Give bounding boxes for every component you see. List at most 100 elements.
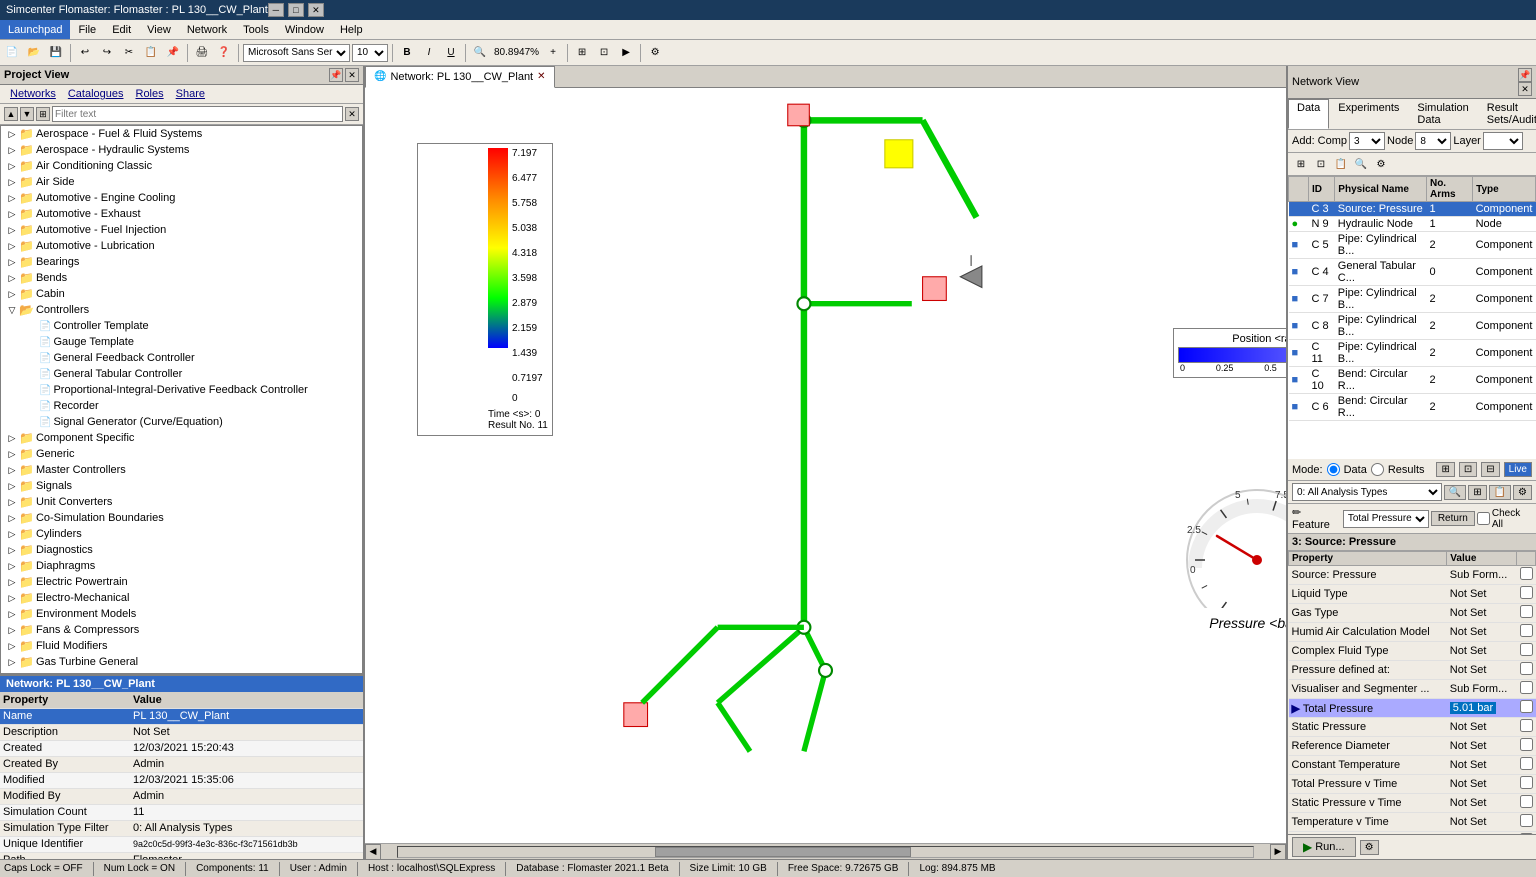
- analysis-btn-2[interactable]: ⊞: [1468, 485, 1486, 500]
- tab-roles[interactable]: Roles: [130, 87, 170, 101]
- nv-close-btn[interactable]: ✕: [1518, 82, 1532, 96]
- cp-check-total-p[interactable]: [1520, 700, 1533, 713]
- mode-btn-3[interactable]: ⊟: [1481, 462, 1499, 477]
- tree-air-side[interactable]: ▷ 📁 Air Side: [1, 174, 362, 190]
- filter-up-btn[interactable]: ▲: [4, 107, 18, 121]
- table-row-c5[interactable]: ■ C 5 Pipe: Cylindrical B... 2 Component: [1289, 232, 1536, 259]
- right-tab-data[interactable]: Data: [1288, 99, 1329, 129]
- cp-check-static-p[interactable]: [1520, 719, 1533, 732]
- source-pressure-component[interactable]: [788, 104, 810, 126]
- tree-general-feedback[interactable]: 📄 General Feedback Controller: [1, 350, 362, 366]
- network-table[interactable]: ID Physical Name No. Arms Type ■ C 3 Sou…: [1288, 176, 1536, 459]
- comp-box-left[interactable]: [624, 703, 648, 727]
- check-all-label[interactable]: Check All: [1477, 508, 1532, 530]
- prop-row-name[interactable]: Name PL 130__CW_Plant: [0, 708, 363, 724]
- tab-catalogues[interactable]: Catalogues: [62, 87, 130, 101]
- analysis-btn-4[interactable]: ⚙: [1513, 485, 1532, 500]
- toolbar-redo[interactable]: ↪: [97, 43, 117, 63]
- cp-check-static-p-t[interactable]: [1520, 795, 1533, 808]
- mode-btn-1[interactable]: ⊞: [1436, 462, 1454, 477]
- comp-row-total-pressure[interactable]: ▶ Total Pressure 5.01 bar: [1289, 699, 1536, 718]
- cp-check-temp-t[interactable]: [1520, 814, 1533, 827]
- tree-aerospace-fuel[interactable]: ▷ 📁 Aerospace - Fuel & Fluid Systems: [1, 126, 362, 142]
- tab-share[interactable]: Share: [170, 87, 211, 101]
- check-all-checkbox[interactable]: [1477, 512, 1490, 525]
- toolbar-print[interactable]: 🖨: [192, 43, 212, 63]
- tree-pid[interactable]: 📄 Proportional-Integral-Derivative Feedb…: [1, 382, 362, 398]
- toolbar-open[interactable]: 📂: [24, 43, 44, 63]
- h-scrollbar[interactable]: ◀ ▶: [365, 843, 1286, 859]
- nv-icon-3[interactable]: 📋: [1332, 155, 1350, 173]
- tree-air-conditioning[interactable]: ▷ 📁 Air Conditioning Classic: [1, 158, 362, 174]
- cp-check-source[interactable]: [1520, 567, 1533, 580]
- comp-row-visualiser[interactable]: Visualiser and Segmenter ... Sub Form...: [1289, 680, 1536, 699]
- prop-row-path[interactable]: Path Flomaster: [0, 852, 363, 859]
- mode-btn-2[interactable]: ⊡: [1459, 462, 1477, 477]
- prop-row-created[interactable]: Created 12/03/2021 15:20:43: [0, 740, 363, 756]
- prop-row-sim-type[interactable]: Simulation Type Filter 0: All Analysis T…: [0, 820, 363, 836]
- run-button[interactable]: ▶ Run...: [1292, 837, 1356, 857]
- prop-row-created-by[interactable]: Created By Admin: [0, 756, 363, 772]
- table-row-c7[interactable]: ■ C 7 Pipe: Cylindrical B... 2 Component: [1289, 286, 1536, 313]
- cp-check-total-p-t[interactable]: [1520, 776, 1533, 789]
- mode-data-radio[interactable]: Data: [1327, 463, 1367, 476]
- tab-networks[interactable]: Networks: [4, 87, 62, 101]
- menu-edit[interactable]: Edit: [104, 20, 139, 39]
- valve-symbol[interactable]: [960, 266, 982, 288]
- right-tab-sim-data[interactable]: Simulation Data: [1408, 99, 1477, 129]
- toolbar-save[interactable]: 💾: [46, 43, 66, 63]
- tree-general-tabular[interactable]: 📄 General Tabular Controller: [1, 366, 362, 382]
- table-row-c10[interactable]: ■ C 10 Bend: Circular R... 2 Component: [1289, 367, 1536, 394]
- toolbar-help[interactable]: ❓: [214, 43, 234, 63]
- toolbar-undo[interactable]: ↩: [75, 43, 95, 63]
- tree-automotive-engine[interactable]: ▷ 📁 Automotive - Engine Cooling: [1, 190, 362, 206]
- node-bottom-right[interactable]: [819, 664, 832, 677]
- menu-help[interactable]: Help: [332, 20, 371, 39]
- pink-comp-right[interactable]: [923, 277, 947, 301]
- tree-component-specific[interactable]: ▷ 📁 Component Specific: [1, 430, 362, 446]
- tree-automotive-fuel[interactable]: ▷ 📁 Automotive - Fuel Injection: [1, 222, 362, 238]
- prop-row-modified[interactable]: Modified 12/03/2021 15:35:06: [0, 772, 363, 788]
- close-btn[interactable]: ✕: [308, 3, 324, 17]
- toolbar-settings[interactable]: ⚙: [645, 43, 665, 63]
- tree-controller-template[interactable]: 📄 Controller Template: [1, 318, 362, 334]
- cp-check-const-t[interactable]: [1520, 757, 1533, 770]
- tree-gauge-template[interactable]: 📄 Gauge Template: [1, 334, 362, 350]
- right-tab-result-sets[interactable]: Result Sets/Audit: [1478, 99, 1536, 129]
- tree-controllers[interactable]: ▽ 📂 Controllers: [1, 302, 362, 318]
- filter-down-btn[interactable]: ▼: [20, 107, 34, 121]
- comp-row-const-temp[interactable]: Constant Temperature Not Set: [1289, 756, 1536, 775]
- table-row-c6[interactable]: ■ C 6 Bend: Circular R... 2 Component: [1289, 394, 1536, 421]
- prop-row-sim-count[interactable]: Simulation Count 11: [0, 804, 363, 820]
- toolbar-zoom-out[interactable]: 🔍: [470, 43, 490, 63]
- scroll-track[interactable]: [397, 846, 1254, 858]
- menu-launchpad[interactable]: Launchpad: [0, 20, 70, 39]
- tree-signals[interactable]: ▷ 📁 Signals: [1, 478, 362, 494]
- table-row-c11[interactable]: ■ C 11 Pipe: Cylindrical B... 2 Componen…: [1289, 340, 1536, 367]
- analysis-type-select[interactable]: 0: All Analysis Types: [1292, 483, 1442, 501]
- network-canvas[interactable]: 7.197 6.477 5.758 5.038 4.318 3.598 2.87…: [365, 88, 1286, 843]
- cp-check-pressure-def[interactable]: [1520, 662, 1533, 675]
- add-comp-select[interactable]: 3: [1349, 132, 1385, 150]
- cp-check-vis[interactable]: [1520, 681, 1533, 694]
- return-btn[interactable]: Return: [1431, 511, 1475, 526]
- tree-automotive-lubrication[interactable]: ▷ 📁 Automotive - Lubrication: [1, 238, 362, 254]
- minimize-btn[interactable]: ─: [268, 3, 284, 17]
- tree-electro-mechanical[interactable]: ▷ 📁 Electro-Mechanical: [1, 590, 362, 606]
- menu-window[interactable]: Window: [277, 20, 332, 39]
- tree-fans-compressors[interactable]: ▷ 📁 Fans & Compressors: [1, 622, 362, 638]
- mode-live-btn[interactable]: Live: [1504, 462, 1532, 477]
- table-row-n9[interactable]: ● N 9 Hydraulic Node 1 Node: [1289, 217, 1536, 232]
- nv-icon-2[interactable]: ⊡: [1312, 155, 1330, 173]
- tree-diaphragms[interactable]: ▷ 📁 Diaphragms: [1, 558, 362, 574]
- toolbar-zoom-in[interactable]: +: [543, 43, 563, 63]
- feature-select[interactable]: Total Pressure: [1343, 510, 1429, 528]
- mode-results-input[interactable]: [1371, 463, 1384, 476]
- tree-environment-models[interactable]: ▷ 📁 Environment Models: [1, 606, 362, 622]
- analysis-btn-3[interactable]: 📋: [1489, 485, 1511, 500]
- add-node-select[interactable]: 8: [1415, 132, 1451, 150]
- toolbar-run[interactable]: ▶: [616, 43, 636, 63]
- toolbar-new[interactable]: 📄: [2, 43, 22, 63]
- mode-results-radio[interactable]: Results: [1371, 463, 1425, 476]
- tree-cosim[interactable]: ▷ 📁 Co-Simulation Boundaries: [1, 510, 362, 526]
